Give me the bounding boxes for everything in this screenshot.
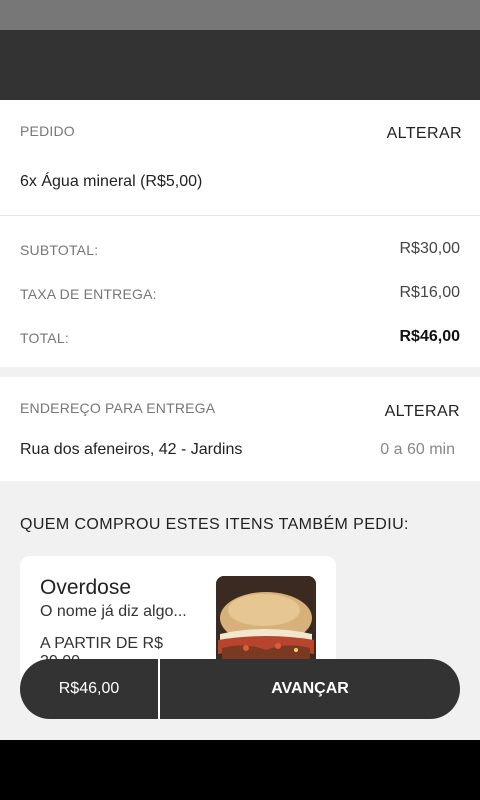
- order-label: PEDIDO: [20, 123, 75, 139]
- delivery-fee-value: R$16,00: [399, 284, 461, 301]
- checkout-total[interactable]: R$46,00: [20, 659, 158, 719]
- product-name: Overdose: [40, 576, 132, 599]
- delivery-eta: 0 a 60 min: [380, 441, 455, 458]
- app-bar: [0, 30, 480, 100]
- order-section: PEDIDO ALTERAR 6x Água mineral (R$5,00): [0, 100, 480, 215]
- order-item: 6x Água mineral (R$5,00): [20, 173, 203, 190]
- product-description: O nome já diz algo...: [40, 603, 187, 620]
- totals-section: SUBTOTAL: R$30,00 TAXA DE ENTREGA: R$16,…: [0, 215, 480, 367]
- checkout-bar: R$46,00 AVANÇAR: [20, 659, 460, 719]
- next-button[interactable]: AVANÇAR: [160, 659, 460, 719]
- total-value: R$46,00: [399, 328, 461, 345]
- system-nav-bar: [0, 740, 480, 800]
- delivery-fee-label: TAXA DE ENTREGA:: [20, 286, 157, 302]
- order-change-link[interactable]: ALTERAR: [387, 125, 462, 143]
- address-change-link[interactable]: ALTERAR: [385, 403, 460, 421]
- address-section: ENDEREÇO PARA ENTREGA ALTERAR Rua dos af…: [0, 377, 480, 481]
- subtotal-label: SUBTOTAL:: [20, 242, 99, 258]
- also-bought-title: QUEM COMPROU ESTES ITENS TAMBÉM PEDIU:: [20, 516, 409, 533]
- status-bar: [0, 0, 480, 30]
- total-label: TOTAL:: [20, 330, 69, 346]
- subtotal-value: R$30,00: [399, 240, 461, 257]
- address-street: Rua dos afeneiros, 42 - Jardins: [20, 441, 243, 458]
- address-label: ENDEREÇO PARA ENTREGA: [20, 400, 216, 416]
